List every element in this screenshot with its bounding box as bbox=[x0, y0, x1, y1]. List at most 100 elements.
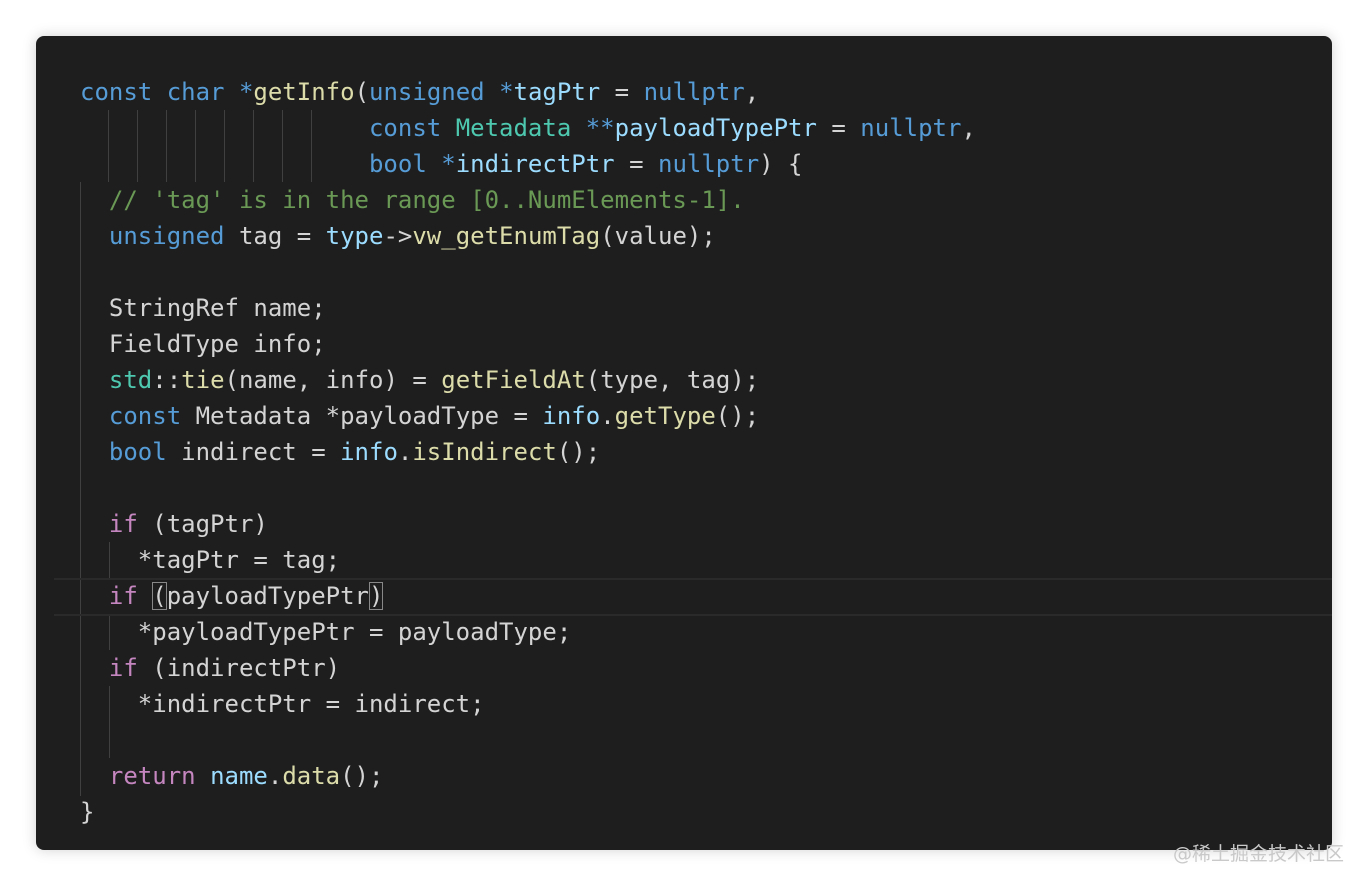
code-token: (tagPtr) bbox=[137, 510, 268, 538]
code-token: *indirectPtr = indirect; bbox=[80, 690, 485, 718]
code-line[interactable]: StringRef name; bbox=[80, 290, 976, 326]
code-line[interactable] bbox=[80, 722, 976, 758]
code-line[interactable]: *payloadTypePtr = payloadType; bbox=[80, 614, 976, 650]
code-token: tag = bbox=[224, 222, 326, 250]
code-line[interactable] bbox=[80, 470, 976, 506]
code-token: Metadata bbox=[455, 114, 572, 142]
code-token: vw_getEnumTag bbox=[412, 222, 601, 250]
code-line[interactable]: *tagPtr = tag; bbox=[80, 542, 976, 578]
code-token: ( bbox=[354, 78, 370, 106]
code-token: . bbox=[600, 402, 615, 430]
code-token: unsigned bbox=[108, 222, 225, 250]
code-line[interactable]: // 'tag' is in the range [0..NumElements… bbox=[80, 182, 976, 218]
code-token: const bbox=[80, 78, 153, 106]
code-token: ( bbox=[152, 582, 167, 610]
code-token: *payloadTypePtr = payloadType; bbox=[80, 618, 572, 646]
code-token: std bbox=[108, 366, 153, 394]
code-token: StringRef name; bbox=[80, 294, 326, 322]
code-token: (value); bbox=[600, 222, 716, 250]
code-line[interactable]: FieldType info; bbox=[80, 326, 976, 362]
code-token: if bbox=[108, 510, 138, 538]
code-line[interactable]: bool indirect = info.isIndirect(); bbox=[80, 434, 976, 470]
code-token: = bbox=[816, 114, 861, 142]
code-token: payloadTypePtr bbox=[166, 582, 370, 610]
code-text[interactable]: const char *getInfo(unsigned *tagPtr = n… bbox=[54, 74, 1332, 830]
code-line[interactable] bbox=[80, 254, 976, 290]
code-token: :: bbox=[152, 366, 182, 394]
code-token: tagPtr bbox=[513, 78, 601, 106]
code-token: ** bbox=[585, 114, 615, 142]
code-token: getInfo bbox=[253, 78, 355, 106]
code-line[interactable]: bool *indirectPtr = nullptr) { bbox=[80, 146, 976, 182]
code-token: info bbox=[340, 438, 398, 466]
code-token: indirect = bbox=[166, 438, 341, 466]
code-line[interactable]: const Metadata *payloadType = info.getTy… bbox=[80, 398, 976, 434]
code-token: type bbox=[325, 222, 384, 250]
code-token: payloadTypePtr bbox=[614, 114, 817, 142]
code-token: Metadata *payloadType = bbox=[181, 402, 543, 430]
code-token: -> bbox=[383, 222, 413, 250]
code-line[interactable]: return name.data(); bbox=[80, 758, 976, 794]
code-token: = bbox=[614, 150, 658, 178]
code-token: = bbox=[600, 78, 644, 106]
code-editor[interactable]: const char *getInfo(unsigned *tagPtr = n… bbox=[36, 36, 1332, 850]
code-token: name bbox=[210, 762, 268, 790]
code-token: (indirectPtr) bbox=[137, 654, 341, 682]
code-token: tie bbox=[181, 366, 225, 394]
code-token: (type, tag); bbox=[585, 366, 760, 394]
code-token: } bbox=[80, 798, 95, 826]
code-token: const bbox=[368, 114, 442, 142]
code-token: if bbox=[108, 582, 138, 610]
code-line[interactable]: *indirectPtr = indirect; bbox=[80, 686, 976, 722]
code-token: getType bbox=[614, 402, 716, 430]
code-line[interactable]: if (tagPtr) bbox=[80, 506, 976, 542]
page: const char *getInfo(unsigned *tagPtr = n… bbox=[0, 0, 1368, 886]
code-line[interactable]: const Metadata **payloadTypePtr = nullpt… bbox=[80, 110, 976, 146]
code-token: * bbox=[238, 78, 254, 106]
code-token: getFieldAt bbox=[441, 366, 586, 394]
code-token: isIndirect bbox=[412, 438, 557, 466]
code-line[interactable]: if (payloadTypePtr) bbox=[54, 578, 1332, 616]
code-token: return bbox=[108, 762, 196, 790]
code-token: nullptr bbox=[643, 78, 745, 106]
code-token: (); bbox=[715, 402, 760, 430]
code-token: bool bbox=[108, 438, 167, 466]
code-token: (); bbox=[340, 762, 384, 790]
code-token: const bbox=[108, 402, 182, 430]
code-line[interactable]: } bbox=[80, 794, 976, 830]
code-token: , bbox=[744, 78, 760, 106]
code-token: if bbox=[108, 654, 138, 682]
code-token: unsigned bbox=[369, 78, 485, 106]
code-token: , bbox=[961, 114, 976, 142]
code-token: . bbox=[267, 762, 283, 790]
code-token: data bbox=[282, 762, 341, 790]
code-token: * bbox=[441, 150, 456, 178]
code-line[interactable]: std::tie(name, info) = getFieldAt(type, … bbox=[80, 362, 976, 398]
code-line[interactable]: if (indirectPtr) bbox=[80, 650, 976, 686]
code-token: (name, info) = bbox=[224, 366, 442, 394]
code-token: nullptr bbox=[658, 150, 760, 178]
code-token: ) bbox=[369, 582, 384, 610]
code-line[interactable]: const char *getInfo(unsigned *tagPtr = n… bbox=[80, 74, 976, 110]
code-token: * bbox=[499, 78, 514, 106]
code-token: bool bbox=[368, 150, 427, 178]
code-line[interactable]: unsigned tag = type->vw_getEnumTag(value… bbox=[80, 218, 976, 254]
